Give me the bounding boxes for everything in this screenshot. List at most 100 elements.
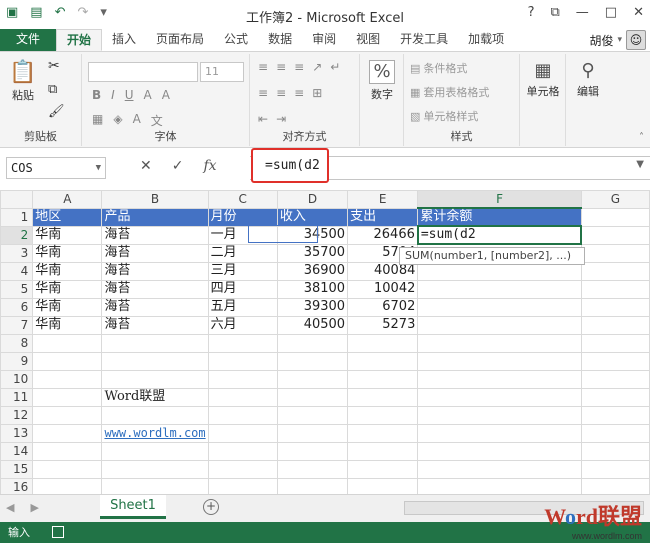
name-box[interactable]: COS ▼: [6, 157, 106, 179]
cell[interactable]: [276, 387, 349, 407]
column-header[interactable]: E: [347, 190, 419, 209]
cell[interactable]: [347, 441, 419, 461]
format-as-table-button[interactable]: ▦ 套用表格格式: [410, 84, 489, 100]
macro-record-icon[interactable]: [52, 526, 64, 538]
cell[interactable]: [32, 441, 103, 461]
row-header[interactable]: 3: [0, 243, 34, 263]
font-size-combo[interactable]: 11: [200, 62, 244, 82]
maximize-button[interactable]: □: [605, 5, 617, 20]
cell[interactable]: [347, 369, 419, 389]
cell[interactable]: [580, 315, 650, 335]
row-header[interactable]: 10: [0, 369, 34, 389]
cell[interactable]: [276, 369, 349, 389]
cell[interactable]: [347, 333, 419, 353]
cell[interactable]: [276, 459, 349, 479]
cell[interactable]: 支出: [347, 207, 419, 227]
cell[interactable]: [580, 279, 650, 299]
row-header[interactable]: 1: [0, 207, 34, 227]
align-left-icon[interactable]: ≡: [258, 86, 268, 100]
cell[interactable]: 五月: [207, 297, 278, 317]
cell[interactable]: 华南: [32, 297, 103, 317]
cell[interactable]: [207, 459, 278, 479]
cell[interactable]: [347, 405, 419, 425]
column-header[interactable]: C: [207, 190, 278, 209]
cell[interactable]: 海苔: [101, 261, 209, 281]
grow-font-icon[interactable]: A: [144, 88, 152, 102]
border-icon[interactable]: ▦: [92, 112, 103, 129]
next-sheet-icon[interactable]: ▶: [30, 501, 38, 514]
tab-developer[interactable]: 开发工具: [390, 29, 458, 51]
cell[interactable]: [417, 387, 582, 407]
insert-function-icon[interactable]: fx: [203, 158, 216, 174]
font-name-combo[interactable]: [88, 62, 198, 82]
tab-view[interactable]: 视图: [346, 29, 390, 51]
copy-icon[interactable]: ⧉: [48, 82, 57, 97]
cell[interactable]: 华南: [32, 243, 103, 263]
cell[interactable]: [207, 369, 278, 389]
cell[interactable]: 35700: [276, 243, 349, 263]
cell[interactable]: [417, 441, 582, 461]
cell[interactable]: 华南: [32, 279, 103, 299]
row-header[interactable]: 6: [0, 297, 34, 317]
align-top-icon[interactable]: ≡: [258, 60, 268, 74]
cell[interactable]: 10042: [347, 279, 419, 299]
cell[interactable]: [101, 369, 209, 389]
cell[interactable]: 39300: [276, 297, 349, 317]
row-header[interactable]: 2: [0, 225, 34, 245]
prev-sheet-icon[interactable]: ◀: [6, 501, 14, 514]
align-right-icon[interactable]: ≡: [294, 86, 304, 100]
cell[interactable]: [101, 459, 209, 479]
cell[interactable]: 二月: [207, 243, 278, 263]
collapse-ribbon-icon[interactable]: ˄: [639, 132, 644, 143]
cell[interactable]: 地区: [32, 207, 103, 227]
row-header[interactable]: 7: [0, 315, 34, 335]
tab-add-ins[interactable]: 加载项: [458, 29, 514, 51]
underline-icon[interactable]: U: [125, 88, 134, 102]
cell[interactable]: [347, 459, 419, 479]
cell[interactable]: [207, 333, 278, 353]
row-header[interactable]: 9: [0, 351, 34, 371]
format-painter-icon[interactable]: 🖌: [48, 104, 65, 119]
cell[interactable]: [276, 441, 349, 461]
cell[interactable]: [101, 405, 209, 425]
fill-color-icon[interactable]: ◈: [113, 112, 122, 129]
row-header[interactable]: 12: [0, 405, 34, 425]
cell[interactable]: [580, 387, 650, 407]
orientation-icon[interactable]: ↗: [312, 60, 322, 74]
cell[interactable]: 产品: [101, 207, 209, 227]
editing-button[interactable]: ⚲ 编辑: [570, 60, 606, 99]
cell[interactable]: [347, 423, 419, 443]
cell[interactable]: [347, 387, 419, 407]
row-header[interactable]: 14: [0, 441, 34, 461]
cell[interactable]: [207, 351, 278, 371]
font-color-icon[interactable]: A: [133, 112, 141, 129]
tab-review[interactable]: 审阅: [302, 29, 346, 51]
align-middle-icon[interactable]: ≡: [276, 60, 286, 74]
cell[interactable]: [580, 207, 650, 227]
cell[interactable]: [32, 351, 103, 371]
align-bottom-icon[interactable]: ≡: [294, 60, 304, 74]
increase-indent-icon[interactable]: ⇥: [276, 112, 286, 126]
cell[interactable]: 5273: [347, 315, 419, 335]
cell[interactable]: 收入: [276, 207, 349, 227]
select-all-corner[interactable]: [0, 190, 34, 209]
decrease-indent-icon[interactable]: ⇤: [258, 112, 268, 126]
row-header[interactable]: 8: [0, 333, 34, 353]
cell[interactable]: [101, 351, 209, 371]
row-header[interactable]: 13: [0, 423, 34, 443]
tab-page-layout[interactable]: 页面布局: [146, 29, 214, 51]
wrap-text-icon[interactable]: ↵: [330, 60, 340, 74]
worksheet-grid[interactable]: A B C D E F G 1 地区 产品 月份 收入 支出 累计余额 2 华南 海苔 一月 3450…: [0, 190, 650, 515]
help-button[interactable]: ?: [528, 5, 535, 20]
cell[interactable]: 38100: [276, 279, 349, 299]
cell[interactable]: [207, 423, 278, 443]
cell[interactable]: Word联盟: [101, 387, 209, 407]
close-button[interactable]: ✕: [633, 5, 644, 20]
cell[interactable]: 三月: [207, 261, 278, 281]
cell[interactable]: [580, 459, 650, 479]
cell[interactable]: [580, 225, 650, 245]
bold-icon[interactable]: B: [92, 88, 101, 102]
column-header[interactable]: F: [417, 190, 582, 209]
column-header[interactable]: G: [580, 190, 650, 209]
cell[interactable]: [417, 405, 582, 425]
